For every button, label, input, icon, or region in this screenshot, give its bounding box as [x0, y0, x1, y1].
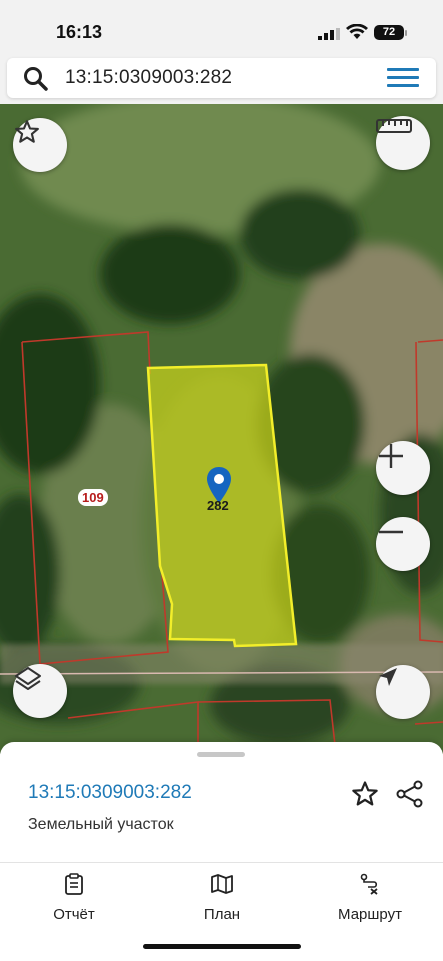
locate-me-button[interactable]	[376, 665, 430, 719]
object-type: Земельный участок	[28, 816, 174, 833]
share-icon[interactable]	[395, 779, 425, 809]
battery-level: 72	[374, 25, 404, 40]
layers-icon	[15, 667, 41, 690]
tab-route[interactable]: Маршрут	[330, 873, 410, 923]
sheet-drag-handle[interactable]	[197, 752, 245, 757]
map-plan-icon	[211, 874, 233, 894]
wifi-icon	[346, 24, 368, 39]
layers-button[interactable]	[13, 664, 67, 718]
star-icon	[15, 120, 39, 143]
neighbor-parcel-label[interactable]: 109	[78, 489, 108, 506]
tab-report[interactable]: Отчёт	[44, 873, 104, 923]
satellite-imagery	[0, 104, 443, 754]
cadastral-number: 13:15:0309003:282	[28, 782, 192, 803]
favorite-map-button[interactable]	[13, 118, 67, 172]
plus-icon	[379, 444, 403, 468]
map-view[interactable]: 282 109	[0, 104, 443, 754]
parcel-info-sheet[interactable]: 13:15:0309003:282 Земельный участок	[0, 742, 443, 862]
parcel-number-label: 282	[207, 498, 229, 513]
home-indicator	[143, 944, 301, 949]
status-bar: 16:13 72	[0, 0, 443, 58]
tab-report-label: Отчёт	[53, 906, 95, 923]
measure-button[interactable]	[376, 116, 430, 170]
search-bar[interactable]: 13:15:0309003:282	[7, 58, 436, 98]
tab-plan[interactable]: План	[192, 873, 252, 923]
navigation-arrow-icon	[379, 668, 397, 686]
search-icon[interactable]	[23, 66, 49, 92]
battery-tip	[405, 30, 407, 36]
tab-plan-label: План	[203, 906, 241, 923]
ruler-icon	[376, 119, 412, 133]
hamburger-menu-icon[interactable]	[387, 68, 419, 88]
search-input[interactable]: 13:15:0309003:282	[65, 67, 232, 89]
tab-route-label: Маршрут	[338, 906, 402, 923]
route-icon	[360, 873, 378, 895]
zoom-in-button[interactable]	[376, 441, 430, 495]
status-time: 16:13	[56, 22, 103, 42]
cellular-signal-icon	[318, 28, 340, 40]
star-icon[interactable]	[350, 779, 380, 809]
zoom-out-button[interactable]	[376, 517, 430, 571]
minus-icon	[379, 530, 403, 534]
report-icon	[65, 873, 83, 895]
